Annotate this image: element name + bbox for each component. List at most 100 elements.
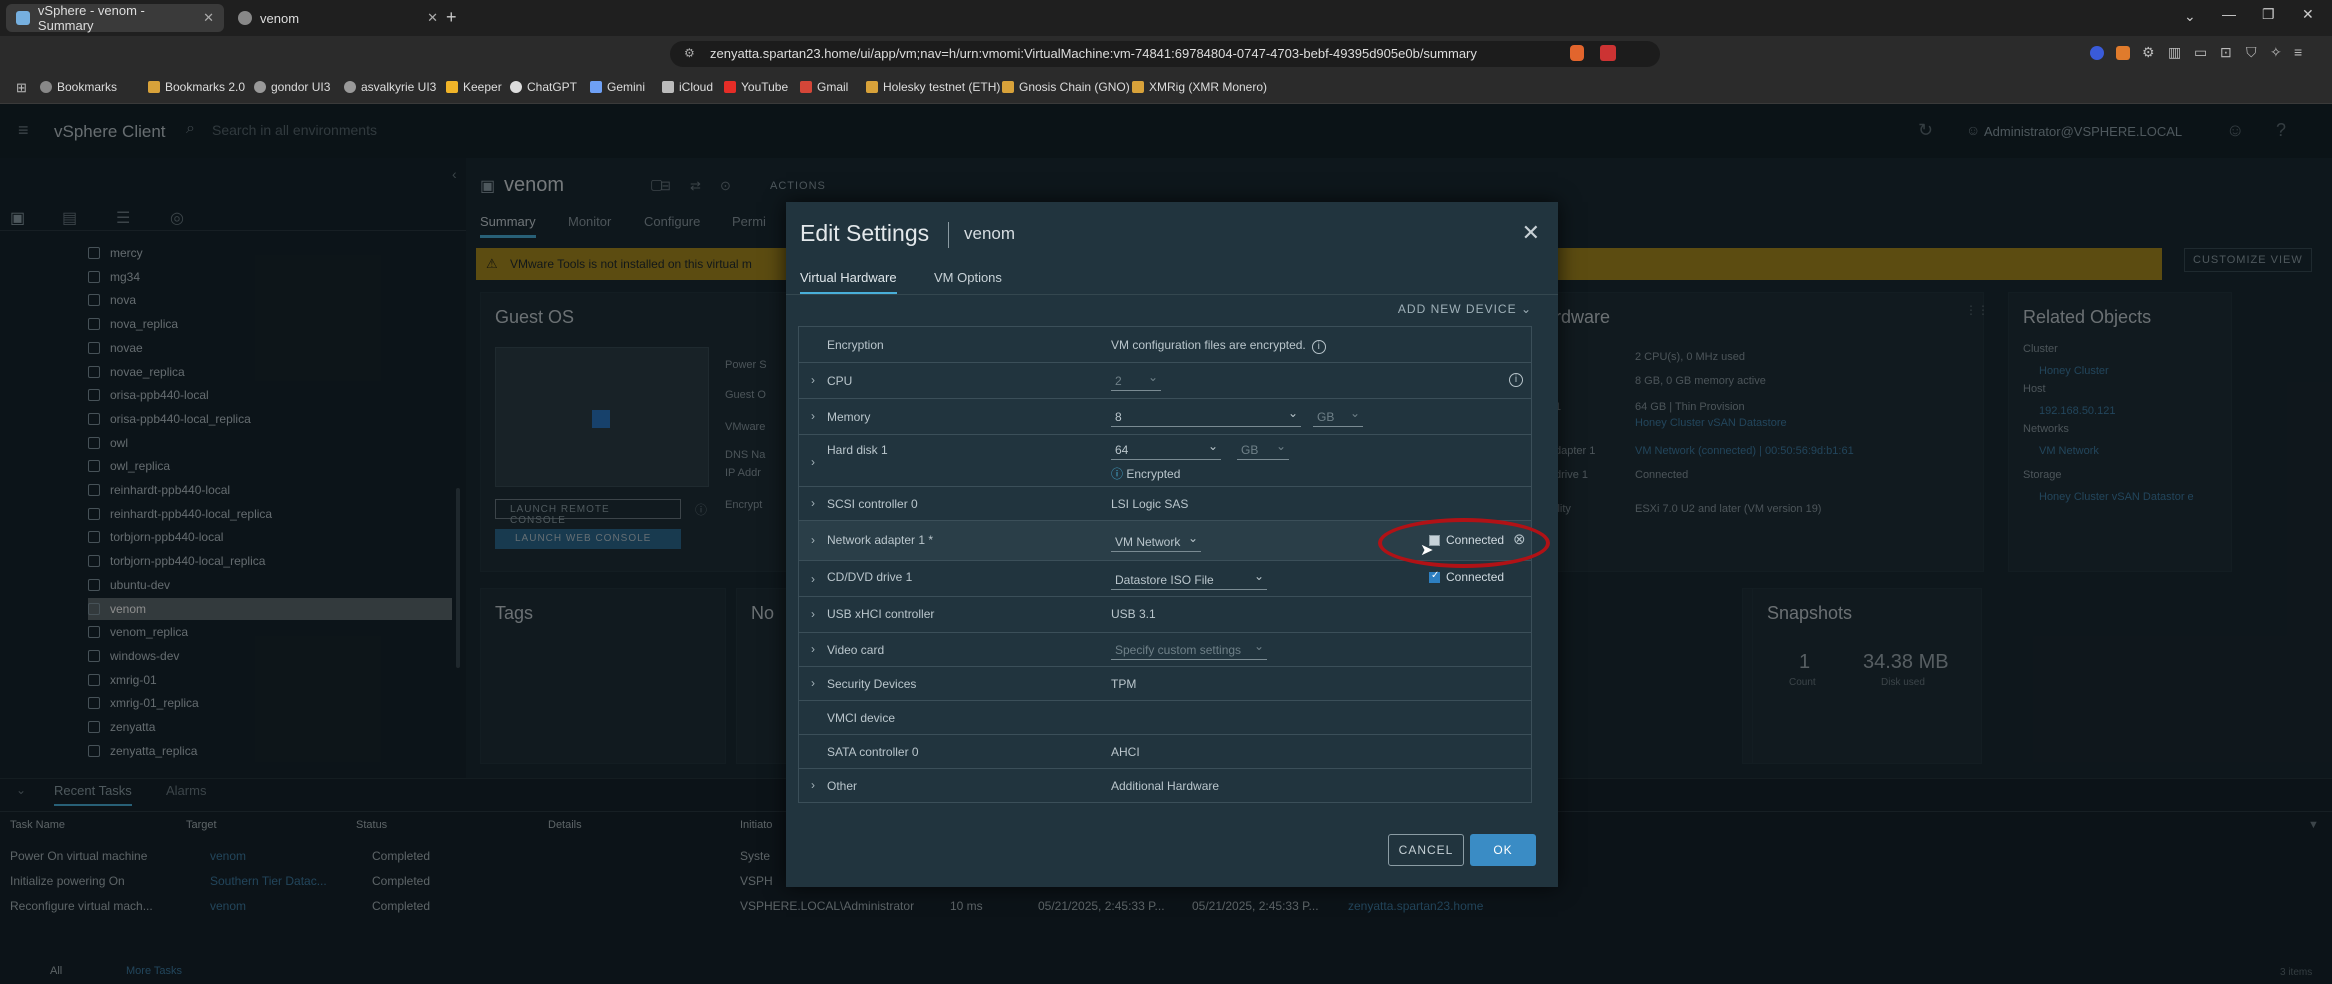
bookmark-item[interactable]: asvalkyrie UI3 bbox=[344, 80, 436, 94]
network-select[interactable]: VM Network bbox=[1111, 531, 1201, 552]
expand-chevron-icon[interactable]: › bbox=[811, 496, 815, 510]
close-tab-icon[interactable]: ✕ bbox=[427, 10, 438, 26]
expand-chevron-icon[interactable]: › bbox=[811, 676, 815, 690]
info-icon[interactable]: i bbox=[1311, 340, 1326, 354]
bookmark-item[interactable]: Gnosis Chain (GNO) bbox=[1002, 80, 1130, 94]
row-label: Network adapter 1 * bbox=[827, 533, 934, 547]
ok-button[interactable]: OK bbox=[1470, 834, 1536, 866]
tab-list-icon[interactable]: ⌄ bbox=[2184, 8, 2196, 25]
shield-icon[interactable]: ⛉ bbox=[2246, 44, 2257, 61]
expand-chevron-icon[interactable]: › bbox=[811, 533, 815, 547]
expand-chevron-icon[interactable]: › bbox=[811, 642, 815, 656]
expand-chevron-icon[interactable]: › bbox=[811, 409, 815, 423]
row-label: USB xHCI controller bbox=[827, 607, 935, 621]
bookmark-item[interactable]: Gmail bbox=[800, 80, 848, 94]
brave-rewards-icon[interactable] bbox=[1600, 45, 1616, 61]
bookmark-item[interactable]: Keeper bbox=[446, 80, 502, 94]
row-label: Memory bbox=[827, 410, 871, 424]
tab-venom[interactable]: venom ✕ bbox=[228, 4, 448, 32]
hardware-row-cpu[interactable]: › CPU 2 i bbox=[798, 363, 1532, 399]
hardware-row-other[interactable]: › Other Additional Hardware bbox=[798, 769, 1532, 803]
close-window-icon[interactable]: ✕ bbox=[2302, 6, 2314, 23]
hardware-row-encryption: Encryption VM configuration files are en… bbox=[798, 327, 1532, 363]
disk-unit-select[interactable]: GB bbox=[1237, 439, 1289, 460]
disk-unit: GB bbox=[1237, 439, 1289, 460]
video-settings-select[interactable]: Specify custom settings bbox=[1111, 639, 1267, 660]
bookmark-label: Gemini bbox=[607, 80, 646, 94]
disk-size-input[interactable]: 64 bbox=[1111, 439, 1221, 460]
bookmark-label: YouTube bbox=[741, 80, 789, 94]
encrypted-status: ⓘ Encrypted bbox=[1111, 465, 1180, 482]
expand-chevron-icon[interactable]: › bbox=[811, 455, 815, 469]
bookmark-item[interactable]: Bookmarks 2.0 bbox=[148, 80, 245, 94]
hardware-row-cd-dvd[interactable]: › CD/DVD drive 1 Datastore ISO File Conn… bbox=[798, 561, 1532, 597]
vpn-icon[interactable]: ⊡ bbox=[2220, 44, 2232, 61]
menu-icon[interactable]: ≡ bbox=[2294, 44, 2302, 60]
checkbox-icon[interactable] bbox=[1429, 570, 1440, 584]
expand-chevron-icon[interactable]: › bbox=[811, 778, 815, 792]
hardware-row-scsi[interactable]: › SCSI controller 0 LSI Logic SAS bbox=[798, 487, 1532, 521]
bookmark-item[interactable]: ChatGPT bbox=[510, 80, 577, 94]
bookmark-item[interactable]: YouTube bbox=[724, 80, 788, 94]
hardware-row-video-card[interactable]: › Video card Specify custom settings bbox=[798, 633, 1532, 667]
apps-grid-icon[interactable]: ⊞ bbox=[16, 80, 27, 96]
other-value: Additional Hardware bbox=[1111, 779, 1220, 793]
hardware-row-vmci: VMCI device bbox=[798, 701, 1532, 735]
bookmark-item[interactable]: iCloud bbox=[662, 80, 713, 94]
tab-virtual-hardware[interactable]: Virtual Hardware bbox=[800, 270, 897, 295]
bookmark-label: XMRig (XMR Monero) bbox=[1149, 80, 1268, 94]
tab-vm-options[interactable]: VM Options bbox=[934, 270, 1002, 292]
row-label: CD/DVD drive 1 bbox=[827, 570, 913, 584]
minimize-icon[interactable]: — bbox=[2222, 6, 2236, 22]
tab-vsphere-summary[interactable]: vSphere - venom - Summary ✕ bbox=[6, 3, 224, 33]
bookmark-item[interactable]: Bookmarks bbox=[40, 80, 117, 94]
bookmark-item[interactable]: Gemini bbox=[590, 80, 645, 94]
bookmark-icon bbox=[40, 81, 52, 93]
hardware-row-usb[interactable]: › USB xHCI controller USB 3.1 bbox=[798, 597, 1532, 633]
bookmark-label: asvalkyrie UI3 bbox=[361, 80, 437, 94]
hardware-row-memory[interactable]: › Memory 8 GB bbox=[798, 399, 1532, 435]
cd-source-select[interactable]: Datastore ISO File bbox=[1111, 569, 1267, 590]
cpu-value: 2 bbox=[1111, 370, 1161, 391]
expand-chevron-icon[interactable]: › bbox=[811, 373, 815, 387]
url-bar[interactable]: ⚙ zenyatta.spartan23.home/ui/app/vm;nav=… bbox=[670, 41, 1660, 67]
cpu-select[interactable]: 2 bbox=[1111, 370, 1161, 391]
globe-icon bbox=[238, 11, 252, 25]
new-tab-icon[interactable]: + bbox=[446, 7, 457, 28]
encryption-text: VM configuration files are encrypted. bbox=[1111, 338, 1306, 352]
chatgpt-icon bbox=[510, 81, 522, 93]
cancel-button[interactable]: CANCEL bbox=[1388, 834, 1464, 866]
memory-unit-select[interactable]: GB bbox=[1313, 406, 1363, 427]
extension-icon[interactable]: ⚙ bbox=[2142, 44, 2155, 61]
mouse-cursor-icon: ➤ bbox=[1420, 542, 1434, 559]
bookmark-item[interactable]: gondor UI3 bbox=[254, 80, 330, 94]
row-label: VMCI device bbox=[827, 711, 896, 725]
close-tab-icon[interactable]: ✕ bbox=[203, 10, 214, 26]
bookmark-label: Bookmarks 2.0 bbox=[165, 80, 246, 94]
wallet-icon[interactable]: ▭ bbox=[2194, 44, 2207, 61]
bookmark-item[interactable]: XMRig (XMR Monero) bbox=[1132, 80, 1267, 94]
video-value: Specify custom settings bbox=[1111, 639, 1267, 660]
gemini-icon bbox=[590, 81, 602, 93]
info-icon[interactable]: i bbox=[1509, 373, 1523, 387]
extension-icon[interactable] bbox=[2090, 46, 2104, 60]
memory-input[interactable]: 8 bbox=[1111, 406, 1301, 427]
hardware-row-security-devices[interactable]: › Security Devices TPM bbox=[798, 667, 1532, 701]
memory-value: 8 bbox=[1111, 406, 1301, 427]
expand-chevron-icon[interactable]: › bbox=[811, 572, 815, 586]
encrypted-label: Encrypted bbox=[1126, 467, 1181, 481]
sidebar-icon[interactable]: ▥ bbox=[2168, 44, 2181, 61]
security-value: TPM bbox=[1111, 677, 1137, 691]
add-new-device-button[interactable]: ADD NEW DEVICE ⌄ bbox=[1398, 302, 1532, 316]
bookmark-item[interactable]: Holesky testnet (ETH) bbox=[866, 80, 1000, 94]
cd-connected-checkbox[interactable]: Connected bbox=[1429, 570, 1504, 584]
restore-icon[interactable]: ❐ bbox=[2262, 6, 2275, 23]
close-dialog-icon[interactable]: ✕ bbox=[1522, 220, 1540, 246]
leo-icon[interactable]: ✧ bbox=[2270, 44, 2282, 61]
brave-shield-icon[interactable] bbox=[1570, 45, 1584, 61]
site-icon bbox=[344, 81, 356, 93]
expand-chevron-icon[interactable]: › bbox=[811, 607, 815, 621]
hardware-row-hard-disk[interactable]: › Hard disk 1 64 GB ⓘ Encrypted bbox=[798, 435, 1532, 487]
extension-icon[interactable] bbox=[2116, 46, 2130, 60]
site-info-icon[interactable]: ⚙ bbox=[684, 46, 695, 60]
